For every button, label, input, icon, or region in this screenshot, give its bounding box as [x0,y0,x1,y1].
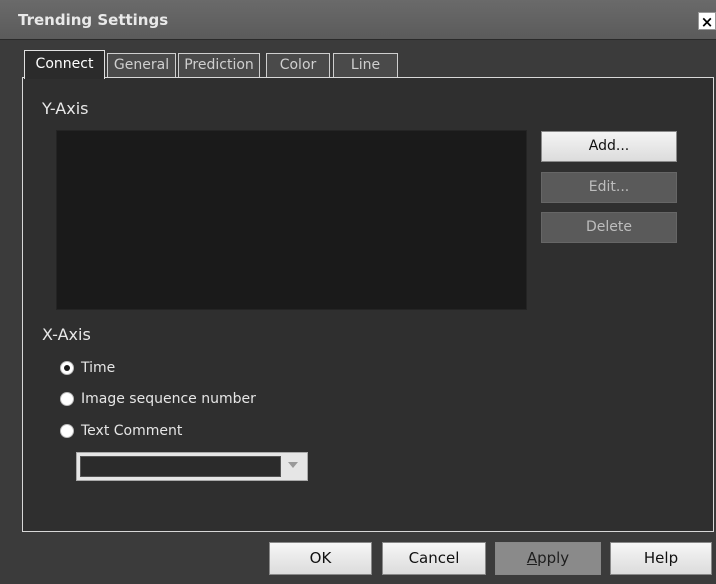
cancel-button-label: Cancel [408,549,460,567]
tab-line-label: Line [350,57,381,73]
radio-button[interactable] [60,424,74,438]
edit-button-label: Edit... [588,179,630,195]
tab-general-label: General [113,57,170,73]
y-axis-label: Y-Axis [42,99,89,118]
tab-prediction[interactable]: Prediction [178,53,260,78]
ok-button-label: OK [309,549,332,567]
radio-text-comment[interactable]: Text Comment [60,421,182,441]
apply-button-label: pply [537,549,570,567]
add-button-label: Add... [588,138,630,154]
dropdown-value-field[interactable] [80,456,281,477]
cancel-button[interactable]: Cancel [382,542,486,575]
edit-button[interactable]: Edit... [541,172,677,203]
close-button[interactable]: × [698,12,716,31]
add-button[interactable]: Add... [541,131,677,162]
help-button-label: Help [643,549,679,567]
tab-color-label: Color [279,57,317,73]
chevron-down-icon[interactable] [288,462,298,468]
tab-strip: Connect General Prediction Color Line [22,50,702,79]
radio-image-sequence-label: Image sequence number [81,391,256,407]
tab-prediction-label: Prediction [184,57,254,73]
close-icon: × [700,13,714,31]
y-axis-list[interactable] [56,130,527,310]
trending-settings-dialog: Trending Settings × Connect General Pred… [0,0,716,584]
radio-image-sequence-number[interactable]: Image sequence number [60,389,256,409]
radio-button[interactable] [60,361,74,375]
tab-connect[interactable]: Connect [24,50,105,79]
tab-general[interactable]: General [107,53,176,78]
x-axis-label: X-Axis [42,325,91,344]
tab-line[interactable]: Line [333,53,398,78]
radio-time-label: Time [81,360,116,376]
help-button[interactable]: Help [610,542,712,575]
tab-connect-label: Connect [35,56,94,72]
radio-time[interactable]: Time [60,358,115,378]
ok-button[interactable]: OK [269,542,372,575]
delete-button[interactable]: Delete [541,212,677,243]
title-bar[interactable]: Trending Settings × [0,0,716,40]
radio-button[interactable] [60,392,74,406]
delete-button-label: Delete [586,219,632,235]
apply-mnemonic: A [526,549,538,567]
radio-text-comment-label: Text Comment [81,423,183,439]
apply-button[interactable]: Apply [495,542,601,575]
window-title: Trending Settings [18,11,169,29]
text-comment-dropdown[interactable] [76,452,308,481]
tab-color[interactable]: Color [266,53,330,78]
